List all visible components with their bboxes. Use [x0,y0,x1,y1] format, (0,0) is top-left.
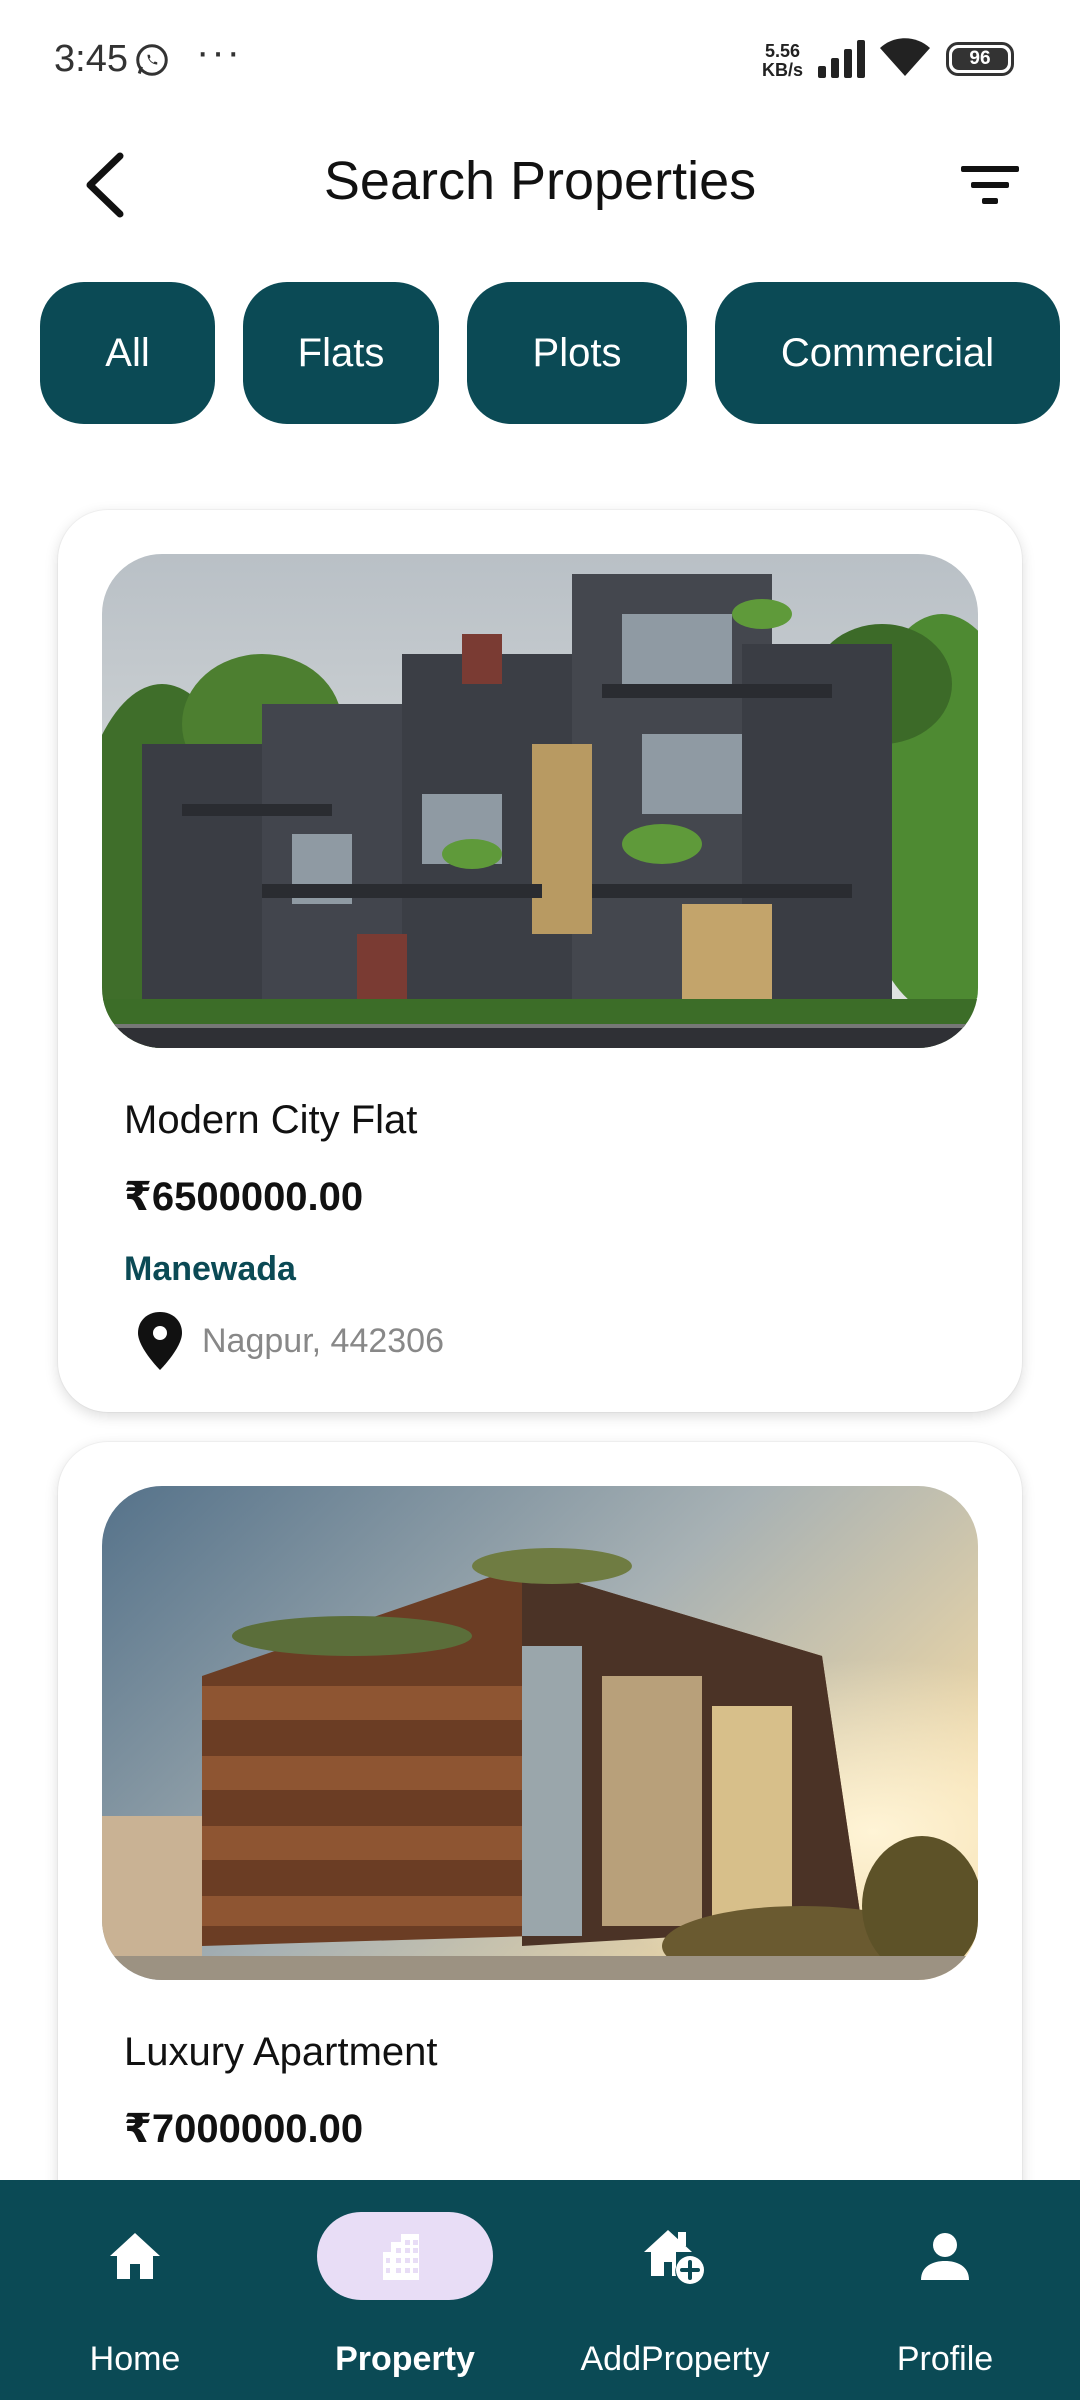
location-pin-icon [138,1312,182,1370]
nav-item-home[interactable]: Home [0,2180,270,2400]
battery-level: 96 [952,48,1008,70]
nav-item-profile[interactable]: Profile [810,2180,1080,2400]
property-title: Modern City Flat [124,1098,418,1142]
battery-icon: 96 [946,42,1014,76]
more-notifications-icon: ··· [196,30,242,74]
nav-label: AddProperty [580,2340,770,2378]
property-location-text: Nagpur, 442306 [202,1321,444,1360]
search-properties-screen: 3:45 ··· 5.56 KB/s 96 Search Properties [0,0,1080,2400]
person-icon [921,2233,969,2280]
property-image [102,1486,978,1980]
property-area: Manewada [124,1250,296,1288]
property-card[interactable]: Modern City Flat ₹6500000.00 Manewada Na… [58,510,1022,1412]
property-price: ₹6500000.00 [124,1175,364,1219]
home-icon [110,2233,160,2279]
add-home-icon [644,2230,704,2284]
filter-chip-flats[interactable]: Flats [243,282,439,424]
whatsapp-icon [136,44,168,76]
signal-icon [818,40,865,78]
nav-icon-container [587,2212,763,2300]
wifi-icon [880,38,930,76]
filter-chip-commercial[interactable]: Commercial [715,282,1060,424]
building-icon [383,2234,419,2280]
nav-label: Home [89,2340,181,2378]
nav-item-add-property[interactable]: AddProperty [540,2180,810,2400]
property-image [102,554,978,1048]
nav-label: Property [335,2340,475,2378]
bottom-navigation: Home Property AddProperty Profile [0,2180,1080,2400]
page-title: Search Properties [323,151,757,211]
nav-icon-container [857,2212,1033,2300]
filter-chip-plots[interactable]: Plots [467,282,687,424]
filter-chip-all[interactable]: All [40,282,215,424]
network-speed-value: 5.56 [764,41,801,61]
property-location: Nagpur, 442306 [124,1310,444,1372]
nav-icon-container [47,2212,223,2300]
chevron-left-icon [86,152,124,218]
app-header: Search Properties [0,130,1080,240]
status-bar: 3:45 ··· 5.56 KB/s 96 [0,0,1080,120]
property-title: Luxury Apartment [124,2030,438,2074]
network-speed: 5.56 KB/s [762,42,803,80]
network-speed-unit: KB/s [762,60,804,80]
property-price: ₹7000000.00 [124,2107,364,2151]
status-time: 3:45 [54,38,128,80]
nav-icon-container-active [317,2212,493,2300]
filter-icon [961,166,1019,204]
back-button[interactable] [70,140,140,230]
filter-button[interactable] [950,150,1030,220]
nav-item-property[interactable]: Property [270,2180,540,2400]
nav-label: Profile [896,2340,994,2378]
